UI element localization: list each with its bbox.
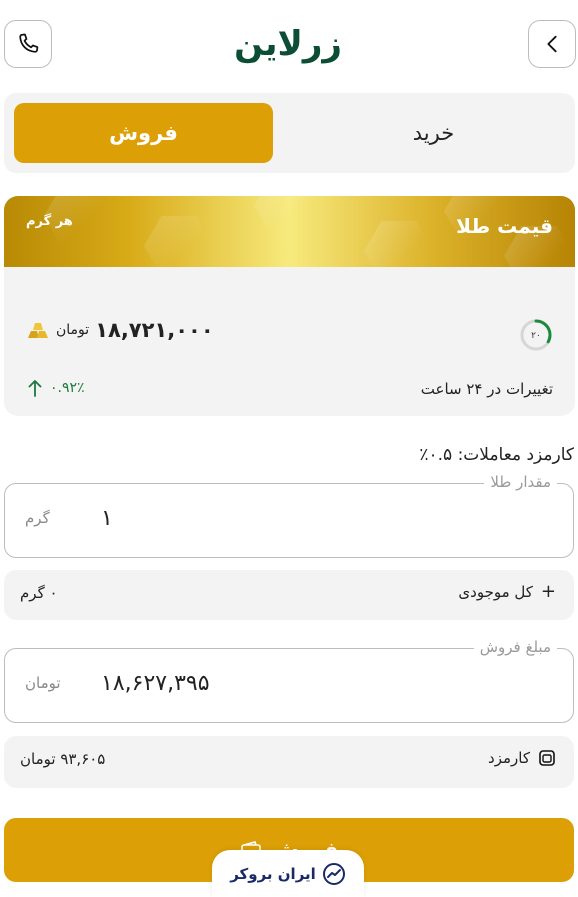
price-unit: تومان bbox=[56, 322, 90, 338]
change-percent: ۰.۹۲٪ bbox=[50, 380, 85, 396]
fee-icon bbox=[539, 750, 555, 766]
total-balance-value: ۰ گرم bbox=[20, 584, 58, 602]
sell-amount-unit: تومان bbox=[25, 674, 61, 692]
gold-amount-unit: گرم bbox=[25, 509, 50, 527]
fee-label: کارمزد bbox=[488, 749, 530, 767]
trend-icon bbox=[322, 862, 345, 885]
gold-amount-label: مقدار طلا bbox=[484, 473, 557, 491]
refresh-timer: ۲۰ bbox=[520, 319, 552, 351]
tab-sell[interactable]: فروش bbox=[14, 103, 273, 163]
gold-amount-input[interactable]: ۱ bbox=[101, 506, 113, 531]
gold-price-value: ۱۸,۷۲۱,۰۰۰ bbox=[95, 318, 214, 342]
total-balance-row[interactable]: ۰ گرم + کل موجودی bbox=[4, 570, 574, 620]
change-24h-value: ۰.۹۲٪ bbox=[28, 379, 85, 397]
timer-value: ۲۰ bbox=[531, 331, 541, 341]
gold-price-card: قیمت طلا هر گرم تومان ۱۸,۷۲۱,۰۰۰ ۲۰ تغیی… bbox=[4, 196, 575, 416]
gold-amount-field[interactable]: مقدار طلا ۱ گرم bbox=[4, 473, 574, 558]
tab-buy[interactable]: خرید bbox=[304, 103, 563, 163]
app-logo: زرلاین bbox=[234, 22, 342, 66]
gold-price-header: قیمت طلا هر گرم bbox=[4, 196, 575, 286]
fee-row: ۹۳,۶۰۵ تومان کارمزد bbox=[4, 736, 574, 788]
trade-tabs: فروش خرید bbox=[4, 93, 575, 173]
back-button[interactable] bbox=[528, 20, 576, 68]
fee-value: ۹۳,۶۰۵ تومان bbox=[20, 750, 106, 768]
sell-amount-label: مبلغ فروش bbox=[473, 638, 557, 656]
plus-icon: + bbox=[540, 581, 556, 602]
total-balance: + کل موجودی bbox=[458, 581, 556, 602]
fee: کارمزد bbox=[488, 749, 556, 767]
brand-text: ایران بروکر bbox=[230, 864, 316, 883]
change-24h-label: تغییرات در ۲۴ ساعت bbox=[420, 380, 553, 398]
gold-price-title: قیمت طلا bbox=[456, 214, 553, 238]
logo-text: زرلاین bbox=[234, 24, 342, 64]
phone-icon bbox=[19, 33, 39, 53]
gold-bars-icon bbox=[28, 323, 48, 338]
trade-fee-note: کارمزد معاملات: ۰.۵٪ bbox=[419, 445, 574, 465]
sell-amount-input[interactable]: ۱۸,۶۲۷,۳۹۵ bbox=[101, 671, 210, 696]
sell-amount-field[interactable]: مبلغ فروش ۱۸,۶۲۷,۳۹۵ تومان bbox=[4, 638, 574, 723]
total-balance-label: کل موجودی bbox=[458, 583, 533, 601]
call-button[interactable] bbox=[4, 20, 52, 68]
chevron-right-icon bbox=[547, 35, 557, 53]
arrow-up-icon bbox=[28, 380, 42, 397]
iran-broker-badge[interactable]: ایران بروکر bbox=[212, 850, 364, 897]
per-gram-label: هر گرم bbox=[26, 214, 73, 229]
price-display: تومان ۱۸,۷۲۱,۰۰۰ bbox=[26, 318, 214, 342]
